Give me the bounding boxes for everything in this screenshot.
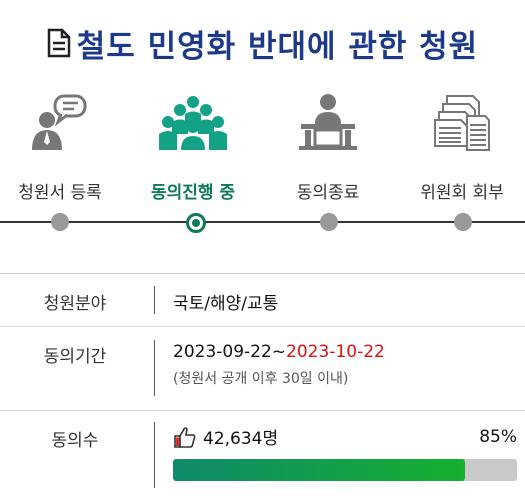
step-label: 위원회 회부 [420, 183, 504, 203]
divider [154, 422, 155, 488]
group-people-icon [128, 92, 258, 152]
step-dot [320, 213, 338, 231]
step-label: 청원서 등록 [18, 183, 102, 203]
period-start: 2023-09-22~ [173, 342, 287, 362]
info-row-field: 청원분야 국토/해양/교통 [0, 274, 525, 327]
count-label: 동의수 [51, 431, 99, 451]
document-icon [47, 28, 71, 58]
period-end: 2023-10-22 [286, 342, 385, 362]
field-label: 청원분야 [43, 294, 107, 314]
divider [154, 340, 155, 396]
step-dot [454, 213, 472, 231]
period-label: 동의기간 [43, 347, 107, 367]
field-value: 국토/해양/교통 [173, 294, 279, 314]
step-committee: 위원회 회부 [397, 92, 525, 232]
step-label: 동의종료 [296, 183, 360, 203]
progress-bar-fill [173, 459, 466, 481]
document-stack-icon [397, 92, 525, 152]
step-registration: 청원서 등록 [0, 92, 125, 232]
period-note: (청원서 공개 이후 30일 이내) [173, 371, 349, 387]
page-title-text: 철도 민영화 반대에 관한 청원 [76, 28, 479, 65]
info-row-period: 동의기간 2023-09-22~2023-10-22 (청원서 공개 이후 30… [0, 326, 525, 411]
step-label: 동의진행 중 [150, 183, 236, 203]
count-value: 42,634명 [203, 429, 279, 449]
step-dot-active [186, 213, 206, 233]
period-value: 2023-09-22~2023-10-22 [173, 342, 517, 362]
timeline-line [0, 221, 525, 223]
step-in-progress: 동의진행 중 [128, 92, 258, 232]
info-row-count: 동의수 42,634명 85% [0, 410, 525, 494]
page-title: 철도 민영화 반대에 관한 청원 [0, 18, 525, 68]
progress-bar [173, 459, 517, 481]
thumbs-up-icon [173, 426, 197, 448]
speech-bubble-person-icon [0, 92, 125, 152]
petition-info-table: 청원분야 국토/해양/교통 동의기간 2023-09-22~2023-10-22… [0, 273, 525, 494]
progress-percent: 85% [479, 426, 517, 447]
divider [154, 286, 155, 314]
step-dot [51, 213, 69, 231]
progress-steps: 청원서 등록 동의진행 중 동의종료 위원회 회부 [0, 92, 525, 237]
podium-person-icon [263, 92, 393, 152]
step-closed: 동의종료 [263, 92, 393, 232]
